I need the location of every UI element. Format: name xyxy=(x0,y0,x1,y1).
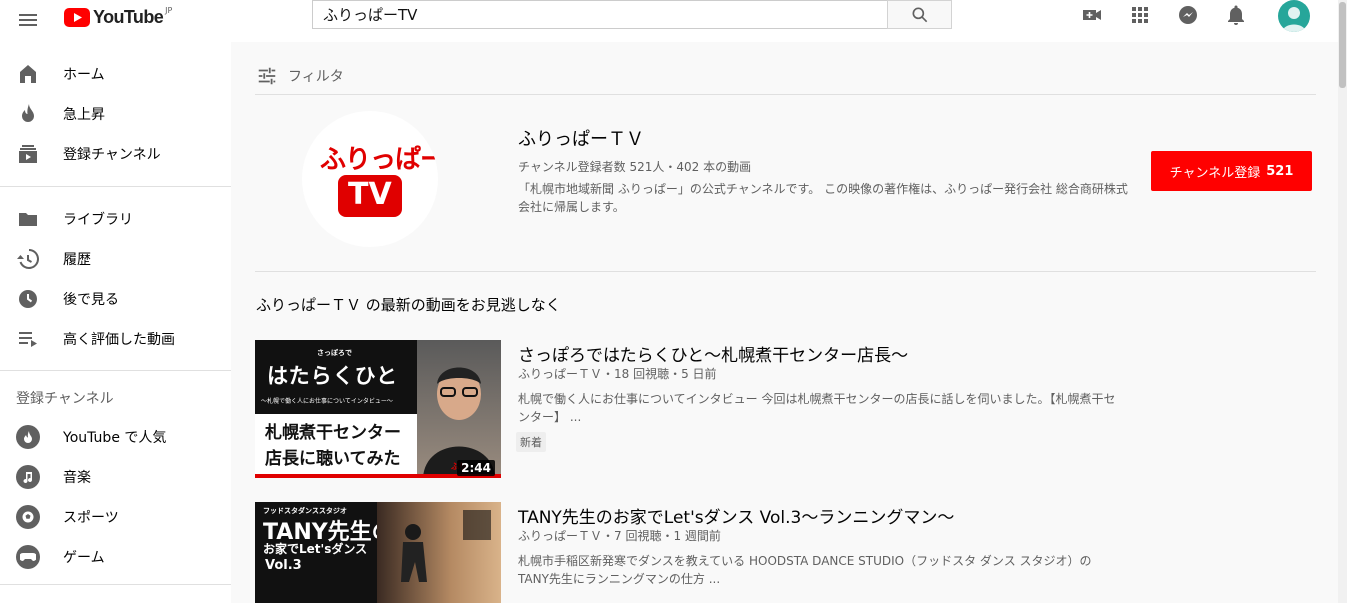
page-scrollbar[interactable] xyxy=(1338,0,1347,603)
channel-logo-tv-box: TV xyxy=(338,175,402,217)
apps-grid-icon[interactable] xyxy=(1128,3,1152,27)
avatar[interactable] xyxy=(1278,0,1310,32)
gaming-icon xyxy=(16,545,40,569)
section-divider xyxy=(255,271,1316,272)
watch-later-icon xyxy=(16,287,40,311)
sidebar-item-sports[interactable]: スポーツ xyxy=(0,497,231,537)
thumbnail-caption-line2: Vol.3 xyxy=(265,558,302,573)
sidebar-item-label: ライブラリ xyxy=(63,212,133,228)
sidebar-item-popular[interactable]: YouTube で人気 xyxy=(0,417,231,457)
thumbnail-big-text: はたらくひと xyxy=(267,364,398,388)
channel-description: 「札幌市地域新聞 ふりっぱー」の公式チャンネルです。 この映像の著作権は、ふりっ… xyxy=(518,182,1128,214)
masthead: YouTube JP xyxy=(0,0,1347,42)
thumbnail-sub-text: ～札幌で働く人にお仕事についてインタビュー～ xyxy=(261,398,393,405)
search-icon xyxy=(912,7,927,22)
channel-meta: チャンネル登録者数 521人・402 本の動画 xyxy=(518,160,752,174)
new-badge: 新着 xyxy=(516,432,546,452)
sidebar-item-label: スポーツ xyxy=(63,510,119,526)
channel-avatar[interactable]: ふりっぱー TV xyxy=(302,111,438,247)
trending-icon xyxy=(16,102,40,126)
video-thumbnail[interactable]: フッドスタダンススタジオ TANY先生の お家でLet'sダンス Vol.3 xyxy=(255,502,501,603)
sidebar-item-gaming[interactable]: ゲーム xyxy=(0,537,231,577)
sidebar-item-subscriptions[interactable]: 登録チャンネル xyxy=(0,134,231,174)
thumbnail-banner: さっぽろで はたらくひと ～札幌で働く人にお仕事についてインタビュー～ xyxy=(255,340,417,414)
popular-icon xyxy=(16,425,40,449)
thumbnail-photo xyxy=(417,340,501,478)
video-description: 札幌で働く人にお仕事についてインタビュー 今回は札幌煮干センターの店長に話しを伺… xyxy=(518,392,1116,424)
sidebar-item-liked-videos[interactable]: 高く評価した動画 xyxy=(0,319,231,359)
logo-text: YouTube xyxy=(93,6,164,27)
video-duration: 2:44 xyxy=(457,460,495,476)
sidebar-item-label: 履歴 xyxy=(63,252,91,268)
sidebar-item-label: ホーム xyxy=(63,67,105,83)
sidebar-item-home[interactable]: ホーム xyxy=(0,54,231,94)
sidebar-section-title: 登録チャンネル xyxy=(16,391,114,407)
sidebar-item-label: 後で見る xyxy=(63,292,119,308)
sidebar: ホーム 急上昇 登録チャンネル ライブラリ 履歴 後で見る 高く評価した動画 登… xyxy=(0,42,231,603)
sidebar-item-music[interactable]: 音楽 xyxy=(0,457,231,497)
video-title[interactable]: さっぽろではたらくひと～札幌煮干センター店長～ xyxy=(518,341,908,366)
subscribe-label: チャンネル登録 xyxy=(1169,165,1261,181)
library-icon xyxy=(16,207,40,231)
search-button[interactable] xyxy=(887,0,952,29)
filter-divider xyxy=(255,94,1316,95)
channel-logo-text: ふりっぱー xyxy=(320,145,438,175)
sidebar-item-label: 登録チャンネル xyxy=(63,147,161,163)
youtube-logo[interactable]: YouTube JP xyxy=(64,6,172,28)
video-thumbnail[interactable]: さっぽろで はたらくひと ～札幌で働く人にお仕事についてインタビュー～ 札幌煮干… xyxy=(255,340,501,478)
thumbnail-caption-line1: 札幌煮干センター xyxy=(265,423,401,443)
sidebar-item-trending[interactable]: 急上昇 xyxy=(0,94,231,134)
logo-region: JP xyxy=(165,5,173,15)
video-meta: ふりっぱーＴＶ・18 回視聴・5 日前 xyxy=(518,367,717,381)
sidebar-item-label: 音楽 xyxy=(63,470,91,486)
home-icon xyxy=(16,62,40,86)
sidebar-item-label: 高く評価した動画 xyxy=(63,332,175,348)
sidebar-item-label: ゲーム xyxy=(63,550,105,566)
sidebar-divider xyxy=(0,186,231,187)
sports-icon xyxy=(16,505,40,529)
messages-icon[interactable] xyxy=(1176,3,1200,27)
filter-button[interactable]: フィルタ xyxy=(256,64,344,88)
subscriptions-icon xyxy=(16,142,40,166)
sidebar-item-watch-later[interactable]: 後で見る xyxy=(0,279,231,319)
video-title[interactable]: TANY先生のお家でLet'sダンス Vol.3～ランニングマン～ xyxy=(518,503,954,528)
sidebar-item-history[interactable]: 履歴 xyxy=(0,239,231,279)
scrollbar-thumb[interactable] xyxy=(1339,2,1346,88)
music-icon xyxy=(16,465,40,489)
shelf-title: ふりっぱーＴＶ の最新の動画をお見逃しなく xyxy=(256,296,561,314)
history-icon xyxy=(16,247,40,271)
filter-label: フィルタ xyxy=(288,69,344,85)
channel-name[interactable]: ふりっぱーＴＶ xyxy=(518,125,644,151)
youtube-play-icon xyxy=(64,7,90,27)
menu-icon[interactable] xyxy=(16,8,40,32)
subscribe-button[interactable]: チャンネル登録 521 xyxy=(1151,151,1312,191)
search-input[interactable] xyxy=(312,0,888,29)
thumbnail-small-text: さっぽろで xyxy=(317,349,352,357)
thumbnail-caption-line1: お家でLet'sダンス xyxy=(263,542,368,556)
sidebar-item-label: YouTube で人気 xyxy=(63,430,167,446)
sidebar-divider xyxy=(0,370,231,371)
sidebar-item-label: 急上昇 xyxy=(63,107,105,123)
sidebar-item-library[interactable]: ライブラリ xyxy=(0,199,231,239)
liked-videos-icon xyxy=(16,327,40,351)
thumbnail-caption-line2: 店長に聴いてみた xyxy=(265,449,401,469)
subscribe-count: 521 xyxy=(1266,163,1294,179)
channel-logo-tv: TV xyxy=(348,177,392,212)
thumbnail-photo xyxy=(377,502,501,603)
filter-icon xyxy=(258,67,276,85)
create-video-icon[interactable] xyxy=(1080,3,1104,27)
sidebar-divider xyxy=(0,584,231,585)
video-meta: ふりっぱーＴＶ・7 回視聴・1 週間前 xyxy=(518,529,721,543)
video-description: 札幌市手稲区新発寒でダンスを教えている HOODSTA DANCE STUDIO… xyxy=(518,554,1092,586)
notifications-icon[interactable] xyxy=(1224,3,1248,27)
